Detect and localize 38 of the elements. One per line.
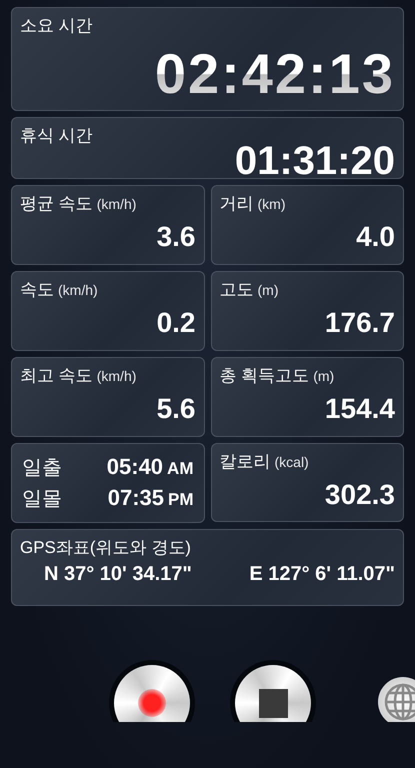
unit-label: (m) [258,282,278,298]
unit-label: (km) [258,196,286,212]
stat-value: 0.2 [156,307,196,339]
longitude-value: E 127° 6' 11.07" [249,563,395,586]
record-button[interactable] [109,660,195,722]
sun-label: 일출 [22,456,62,481]
unit-label: (m) [313,368,334,384]
stat-value: 5.6 [156,393,196,425]
sun-label: 일몰 [22,487,62,512]
stat-value: 176.7 [324,307,395,339]
stat-label: 최고 속도 [20,365,93,387]
unit-label: (km/h) [58,282,98,298]
stat-label: 고도 [220,279,254,301]
stat-value: 302.3 [324,479,395,511]
unit-label: (km/h) [96,196,136,212]
stat-value: 4.0 [356,221,395,253]
sun-time: 05:40 [106,454,164,479]
time-period: AM [167,459,194,478]
unit-label: (kcal) [274,454,309,470]
stat-label: 평균 속도 [20,193,93,215]
gps-label: GPS좌표(위도와 경도) [20,537,192,559]
globe-icon [383,682,415,722]
stop-button[interactable] [230,660,316,722]
stat-value: 3.6 [156,221,196,253]
latitude-value: N 37° 10' 34.17" [44,563,192,586]
unit-label: (km/h) [96,368,136,384]
stat-value: 01:31:20 [234,139,395,184]
stop-icon [258,688,288,718]
stat-label: 총 획득고도 [220,365,310,387]
stat-label: 거리 [220,193,254,215]
record-icon [138,689,166,717]
stat-label: 소요 시간 [20,15,93,37]
stat-label: 속도 [20,279,54,301]
stat-label: 휴식 시간 [20,125,93,147]
time-period: PM [168,490,194,509]
stat-value: 154.4 [324,393,395,425]
sun-time: 07:35 [108,485,164,510]
stat-label: 칼로리 [220,451,270,473]
